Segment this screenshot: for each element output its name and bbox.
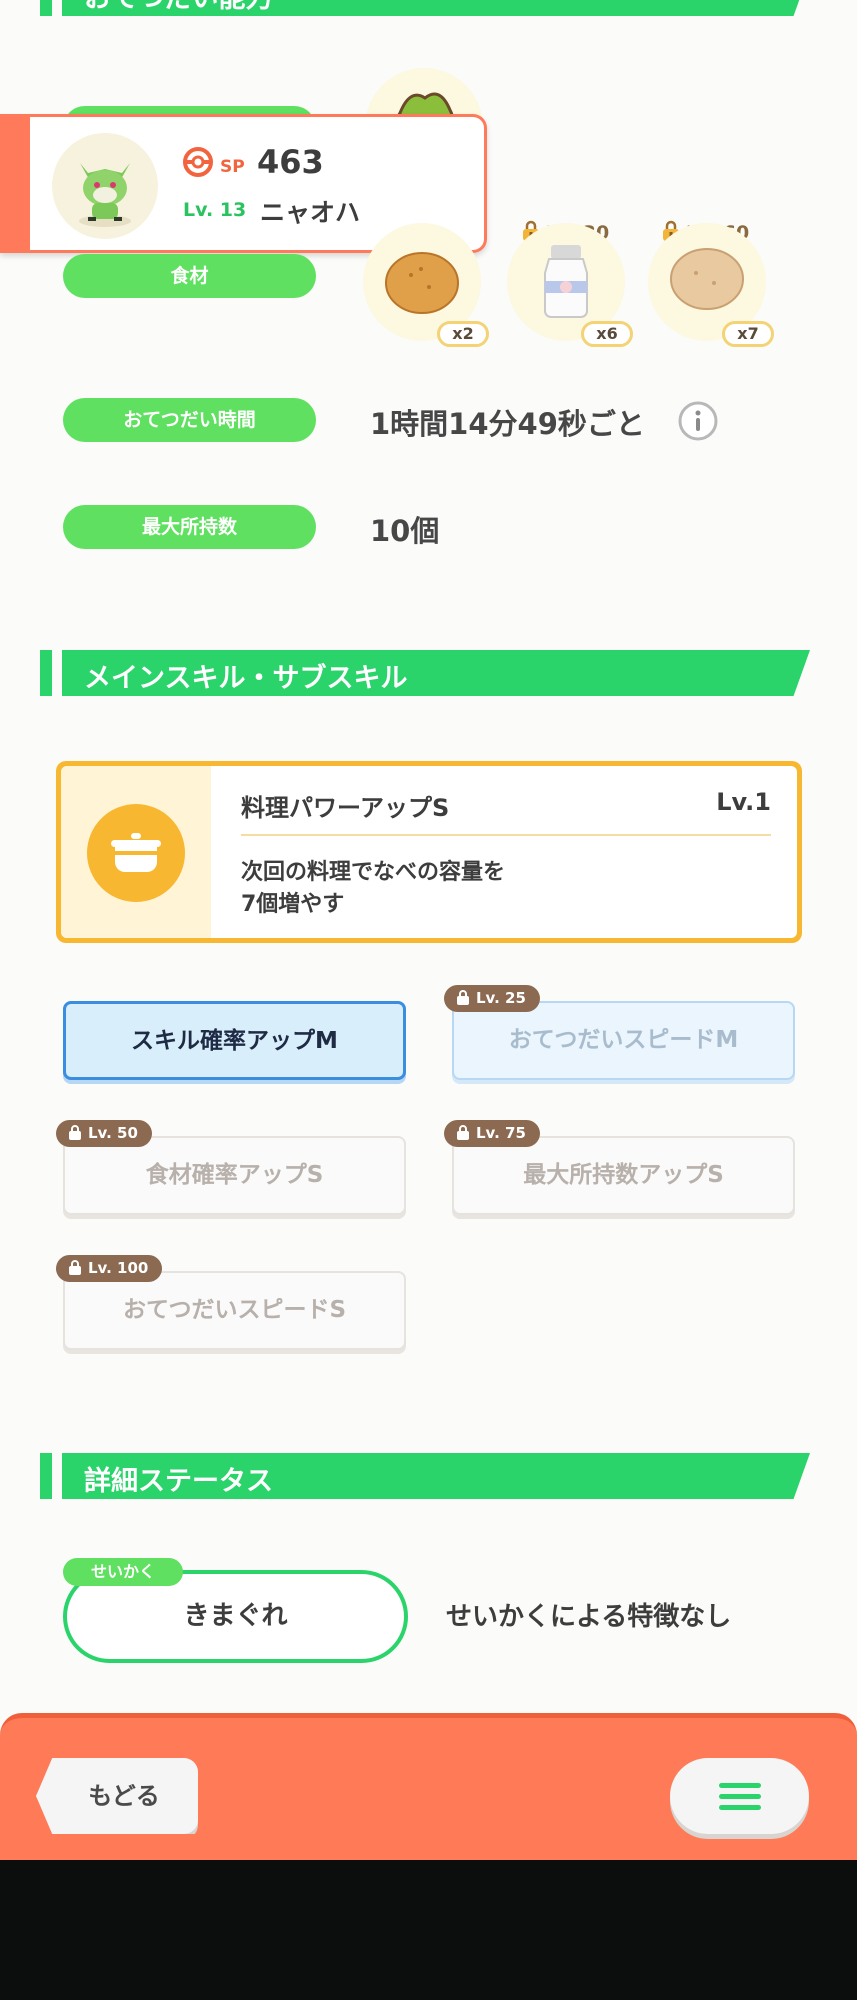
max-carry-value: 10個 [370, 514, 440, 548]
section-banner-helping: おてつだい能力 [40, 0, 810, 16]
subskill-lock-2: Lv. 25 [444, 985, 540, 1012]
section-title-helping: おてつだい能力 [84, 0, 272, 15]
section-title-skills: メインスキル・サブスキル [84, 663, 408, 694]
main-skill-name: 料理パワーアップS [241, 794, 450, 822]
ingredient-count: x6 [581, 321, 633, 347]
main-skill-card[interactable]: 料理パワーアップS Lv.1 次回の料理でなべの容量を 7個増やす [56, 761, 802, 943]
sprigatito-icon [79, 163, 131, 227]
system-nav-area [0, 1860, 857, 2000]
back-button[interactable]: もどる [36, 1758, 198, 1834]
ingredient-label: 食材 [63, 254, 316, 298]
pot-icon [87, 804, 185, 902]
main-skill-desc-1: 次回の料理でなべの容量を [241, 860, 506, 885]
max-carry-label: 最大所持数 [63, 505, 316, 549]
pokemon-level: Lv. 13 [183, 199, 247, 221]
pokemon-avatar [52, 133, 158, 239]
lock-icon [456, 987, 470, 1014]
ingredient-slot-2[interactable]: x6 [507, 223, 633, 347]
hamburger-icon [719, 1783, 761, 1810]
info-icon[interactable] [677, 400, 719, 446]
subskill-button-4[interactable]: 最大所持数アップS [452, 1136, 795, 1215]
section-banner-details: 詳細ステータス [40, 1453, 810, 1499]
ingredient-count: x7 [722, 321, 774, 347]
help-time-value: 1時間14分49秒ごと [370, 407, 645, 441]
pokemon-name: ニャオハ [260, 198, 361, 227]
lock-icon [68, 1257, 82, 1284]
subskill-button-1[interactable]: スキル確率アップM [63, 1001, 406, 1080]
ingredient-count: x2 [437, 321, 489, 347]
ingredient-slot-1[interactable]: x2 [363, 223, 489, 347]
subskill-button-2[interactable]: おてつだいスピードM [452, 1001, 795, 1080]
menu-button[interactable] [670, 1758, 809, 1834]
subskill-button-3[interactable]: 食材確率アップS [63, 1136, 406, 1215]
sp-value: 463 [257, 143, 324, 181]
section-banner-skills: メインスキル・サブスキル [40, 650, 810, 696]
bottom-nav-bar: もどる [0, 1713, 857, 1860]
main-skill-desc-2: 7個増やす [241, 892, 345, 917]
main-skill-divider [241, 834, 771, 836]
section-title-details: 詳細ステータス [84, 1466, 273, 1497]
lock-icon [456, 1122, 470, 1149]
subskill-lock-5: Lv. 100 [56, 1255, 163, 1284]
sp-label: SP [220, 157, 245, 177]
nature-tag: せいかく [63, 1558, 183, 1586]
subskill-lock-4: Lv. 75 [444, 1120, 540, 1147]
subskill-lock-3: Lv. 50 [56, 1120, 152, 1147]
pokeball-icon [183, 147, 213, 181]
ingredient-slot-3[interactable]: x7 [648, 223, 774, 347]
main-skill-level: Lv.1 [716, 788, 771, 816]
nature-effect: せいかくによる特徴なし [446, 1602, 732, 1632]
subskill-button-5[interactable]: おてつだいスピードS [63, 1271, 406, 1350]
help-time-label: おてつだい時間 [63, 398, 316, 442]
lock-icon [68, 1122, 82, 1149]
